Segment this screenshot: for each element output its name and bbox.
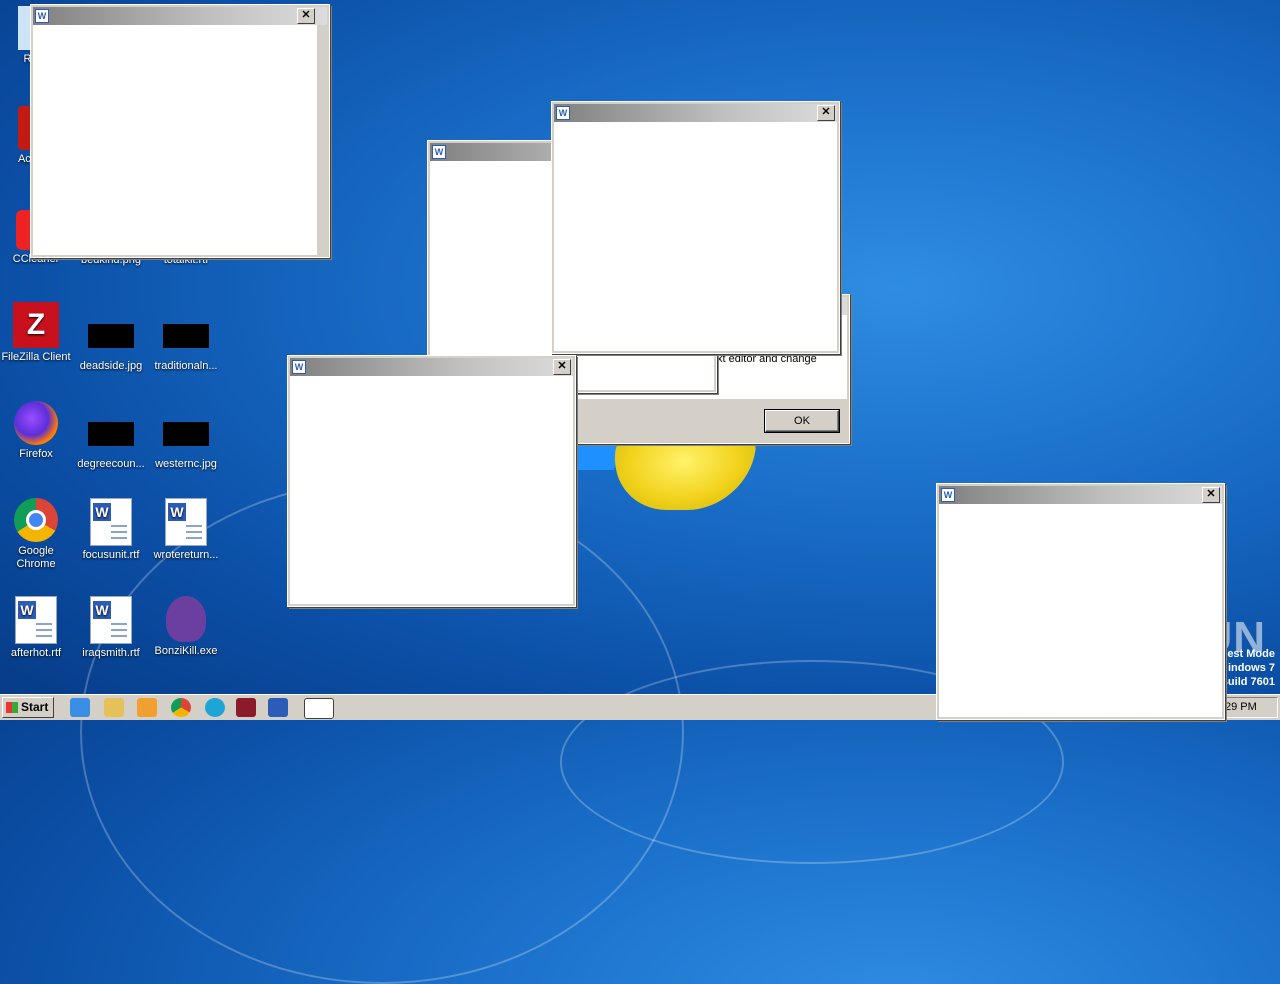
desktop-icon-label: iraqsmith.rtf — [82, 647, 140, 659]
wordpad-icon: W — [556, 106, 570, 120]
edge-icon[interactable] — [205, 698, 225, 717]
image-file-icon — [163, 422, 209, 446]
desktop-icon-label: BonziKill.exe — [154, 645, 218, 657]
test-mode-line: Build 7601 — [1219, 676, 1275, 688]
rtf-document-icon: W — [90, 498, 132, 546]
window-title-bar[interactable]: W ✕ — [939, 486, 1222, 504]
close-icon[interactable]: ✕ — [817, 105, 835, 121]
desktop-icon-wrotereturn[interactable]: W wrotereturn... — [150, 498, 222, 562]
start-button[interactable]: Start — [2, 697, 54, 718]
clock: 29 PM — [1225, 701, 1257, 713]
window-body — [939, 504, 1222, 717]
desktop-icon-filezilla[interactable]: Z FileZilla Client — [0, 302, 72, 364]
popup-window: W ✕ — [551, 101, 840, 354]
bonzi-icon — [166, 596, 206, 642]
desktop-icon-degreecoun[interactable]: degreecoun... — [75, 412, 147, 471]
close-icon[interactable]: ✕ — [553, 359, 571, 375]
wordpad-taskbar-icon[interactable] — [268, 698, 288, 717]
chrome-icon — [14, 498, 58, 542]
rtf-document-icon: W — [15, 596, 57, 644]
bonzi-taskbar-icon[interactable] — [304, 698, 334, 719]
desktop-icon-label: FileZilla Client — [1, 351, 71, 363]
desktop-icon-firefox[interactable]: Firefox — [0, 401, 72, 461]
popup-window: W ✕ — [30, 4, 330, 258]
window-title-bar[interactable]: W ✕ — [290, 358, 573, 376]
media-player-icon[interactable] — [137, 698, 157, 717]
desktop-icon-label: degreecoun... — [77, 458, 145, 470]
desktop-icon-label: wrotereturn... — [153, 549, 219, 561]
desktop-icon-label: Google Chrome — [16, 545, 56, 570]
wordpad-icon: W — [292, 360, 306, 374]
rtf-document-icon: W — [90, 596, 132, 644]
windows-logo-yellow — [607, 440, 757, 510]
filezilla-icon: Z — [13, 302, 59, 348]
desktop-icon-label: traditionaln... — [154, 360, 218, 372]
desktop-icon-chrome[interactable]: Google Chrome — [0, 498, 72, 571]
ok-button[interactable]: OK — [764, 409, 840, 433]
wordpad-icon: W — [35, 9, 49, 23]
test-mode-line: indows 7 — [1227, 662, 1275, 674]
close-icon[interactable]: ✕ — [297, 8, 315, 24]
desktop-icon-traditionaln[interactable]: traditionaln... — [150, 314, 222, 373]
winrar-icon[interactable] — [236, 698, 256, 717]
desktop-icon-label: Firefox — [19, 448, 53, 460]
desktop-icon-label: afterhot.rtf — [10, 647, 62, 659]
desktop-icon-iraqsmith[interactable]: W iraqsmith.rtf — [75, 596, 147, 660]
internet-explorer-icon[interactable] — [70, 698, 90, 717]
explorer-icon[interactable] — [104, 698, 124, 717]
window-body — [290, 376, 573, 604]
close-icon[interactable]: ✕ — [1202, 487, 1220, 503]
test-mode-line: est Mode — [1227, 648, 1275, 660]
window-title-bar[interactable]: W ✕ — [554, 104, 837, 122]
desktop-icon-label: focusunit.rtf — [82, 549, 140, 561]
desktop-icon-label: deadside.jpg — [79, 360, 143, 372]
desktop-icon-deadside[interactable]: deadside.jpg — [75, 314, 147, 373]
wordpad-icon: W — [941, 488, 955, 502]
desktop-icon-afterhot[interactable]: W afterhot.rtf — [0, 596, 72, 660]
popup-window: W ✕ — [287, 355, 576, 607]
desktop-icon-bonzikill[interactable]: BonziKill.exe — [150, 596, 222, 658]
system-tray: 29 PM — [1220, 697, 1278, 718]
window-title-bar[interactable]: W ✕ — [33, 7, 327, 25]
image-file-icon — [163, 324, 209, 348]
desktop-icon-westernc[interactable]: westernc.jpg — [150, 412, 222, 471]
desktop-icon-focusunit[interactable]: W focusunit.rtf — [75, 498, 147, 562]
rtf-document-icon: W — [165, 498, 207, 546]
start-label: Start — [21, 700, 49, 714]
popup-window: W ✕ — [936, 483, 1225, 720]
desktop-icon-label: westernc.jpg — [155, 458, 217, 470]
firefox-icon — [14, 401, 58, 445]
wordpad-icon: W — [432, 145, 446, 159]
chrome-taskbar-icon[interactable] — [171, 698, 191, 717]
window-body — [33, 25, 317, 255]
windows-flag-icon — [6, 702, 18, 713]
test-mode-notice: est Mode indows 7 Build 7601 — [1220, 647, 1275, 689]
image-file-icon — [88, 422, 134, 446]
window-body — [554, 122, 837, 351]
dialog-message: xt editor and change — [717, 353, 817, 365]
image-file-icon — [88, 324, 134, 348]
